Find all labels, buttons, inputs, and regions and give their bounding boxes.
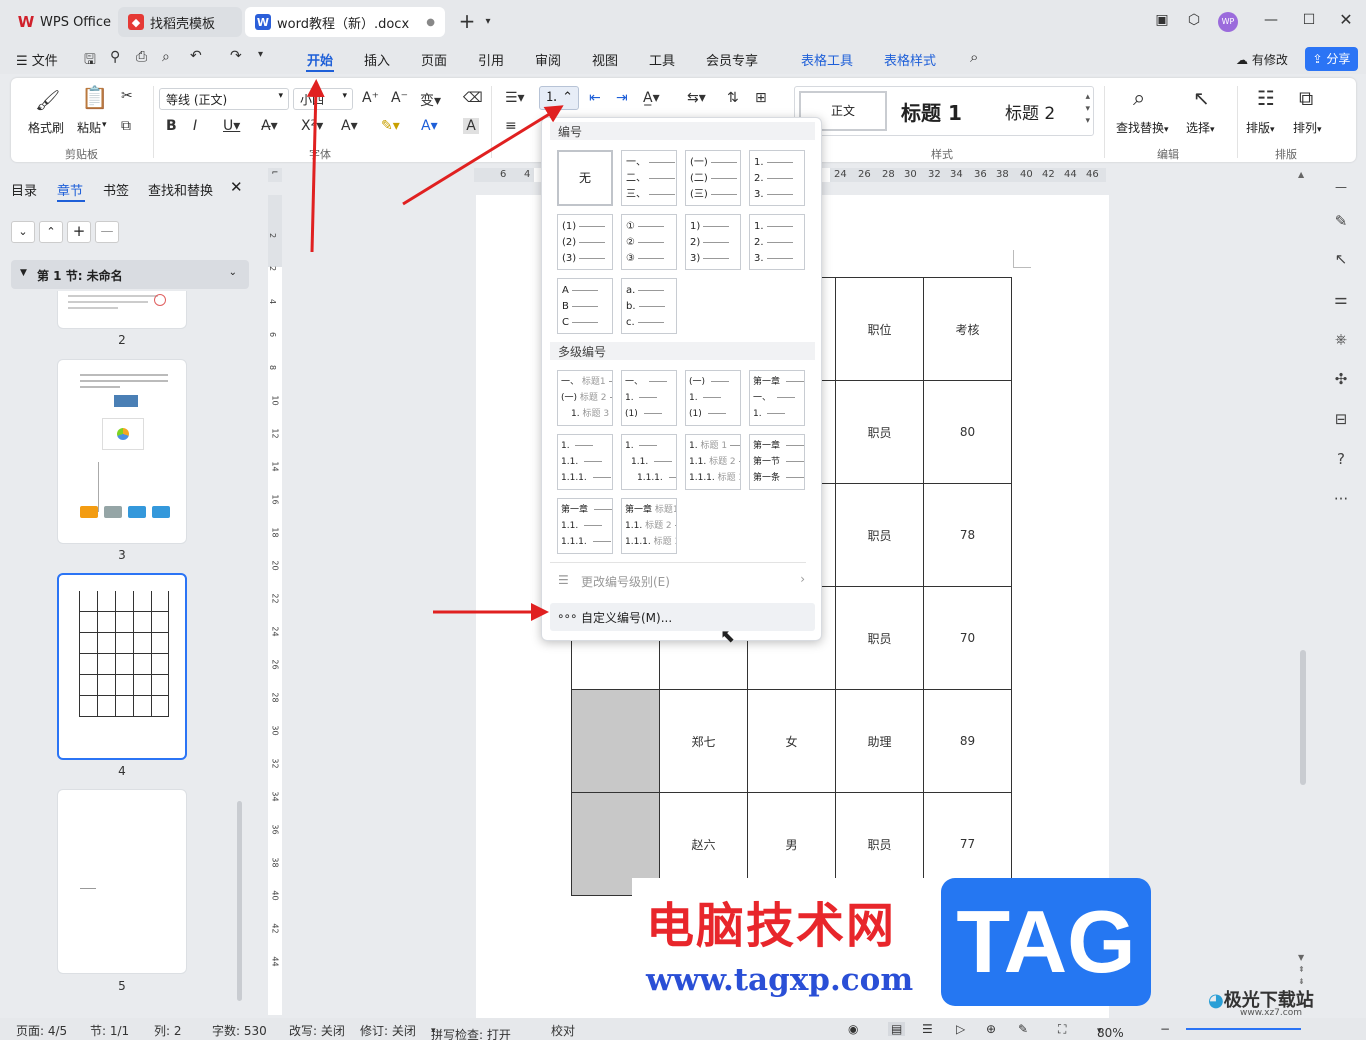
outline-view-icon[interactable]: ☰ [922,1022,933,1036]
status-words[interactable]: 字数: 530 [212,1022,267,1039]
watermark-site-url: www.xz7.com [1240,1008,1302,1018]
watermark-tag: TAG [941,878,1151,1006]
status-proofread[interactable]: 校对 [551,1022,575,1039]
zoom-slider[interactable] [1186,1028,1301,1030]
web-view-icon[interactable]: ⊕ [986,1022,996,1036]
arrow-to-home-tab [306,79,325,253]
watermark-cn: 电脑技术网 [646,898,897,954]
chevron-down-icon: ▾ [431,1026,436,1036]
watermark: 电脑技术网 www.tagxp.com TAG ◕极光下载站 www.xz7.c… [632,878,1314,1018]
status-overwrite[interactable]: 改写: 关闭 [289,1022,345,1039]
spellcheck-label: 拼写检查: 打开 [431,1028,511,1040]
chevron-down-icon: ▾ [1097,1026,1102,1036]
play-icon[interactable]: ▷ [956,1022,965,1036]
arrow-to-numbering-button [402,105,564,206]
status-page[interactable]: 页面: 4/5 [16,1022,67,1039]
eye-icon[interactable]: ◉ [848,1022,858,1036]
status-track-changes[interactable]: 修订: 关闭 [360,1022,416,1039]
status-column: 列: 2 [154,1024,182,1038]
status-bar: 页面: 4/5 节: 1/1 列: 2 字数: 530 改写: 关闭 修订: 关… [0,1018,1366,1040]
app-window: W WPS Office ◆ 找稻壳模板 W word教程（新）.docx ● … [0,0,1366,1040]
status-section[interactable]: 节: 1/1 [90,1022,129,1039]
pen-icon[interactable]: ✎ [1018,1022,1028,1036]
site-logo-icon: ◕ [1208,990,1224,1011]
fit-width-icon[interactable]: ⛶ [1058,1022,1066,1037]
watermark-url: www.tagxp.com [646,962,914,998]
zoom-out-icon[interactable]: − [1160,1022,1170,1036]
page-view-icon[interactable]: ▤ [888,1022,906,1036]
